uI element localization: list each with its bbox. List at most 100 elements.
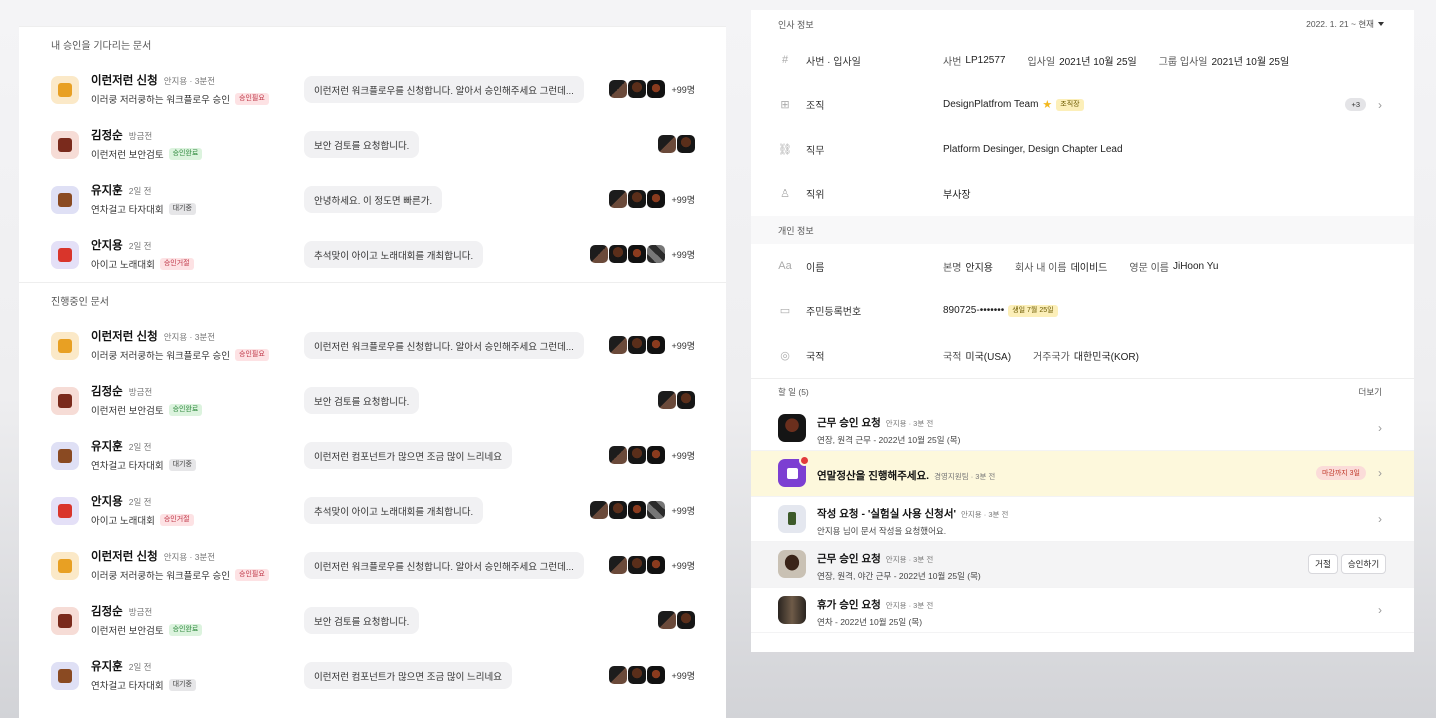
document-subtitle: 이러쿵 저러쿵하는 워크플로우 승인 [91, 571, 231, 582]
document-title: 유지훈 [91, 661, 123, 673]
member-avatar [658, 391, 676, 409]
document-row[interactable]: 안지용 2일 전 아이고 노래대회 승인거절 추석맞이 아이고 노래대회를 개최… [19, 483, 726, 538]
approve-button[interactable]: 승인하기 [1341, 554, 1386, 575]
field-key: 영문 이름 [1129, 262, 1169, 274]
document-subtitle: 이런저런 보안검토 [91, 626, 164, 637]
document-row[interactable]: 유지훈 2일 전 연차걸고 타자대회 대기중 이런저런 컴포넌트가 많으면 조금… [19, 648, 726, 703]
member-avatar [628, 190, 647, 208]
hash-icon: # [781, 54, 789, 67]
more-teams-count[interactable]: +3 [1345, 98, 1366, 112]
message-preview[interactable]: 안녕하세요. 이 정도면 빠른가. [304, 186, 443, 213]
period-select[interactable]: 2022. 1. 21 ~ 현재 [1306, 18, 1384, 30]
document-row[interactable]: 김정순 방금전 이런저런 보안검토 승인완료 보안 검토를 요청합니다. [19, 593, 726, 648]
member-avatar [647, 190, 666, 208]
microphone-icon [51, 240, 79, 269]
chevron-right-icon[interactable]: › [1378, 98, 1382, 112]
avatar-group[interactable]: +99명 [590, 501, 695, 519]
field-value: DesignPlatfrom Team [943, 99, 1039, 111]
document-row[interactable]: 김정순 방금전 이런저런 보안검토 승인완료 보안 검토를 요청합니다. [19, 373, 726, 428]
crown-icon [51, 331, 79, 360]
member-avatar [628, 80, 647, 98]
member-avatar [609, 501, 628, 519]
todo-item[interactable]: 근무 승인 요청 안지용 · 3분 전 연장, 원격, 야간 근무 - 2022… [751, 542, 1414, 588]
document-row[interactable]: 안지용 2일 전 아이고 노래대회 승인거절 추석맞이 아이고 노래대회를 개최… [19, 227, 726, 282]
hr-section-title: 인사 정보 [778, 19, 814, 30]
message-preview[interactable]: 추석맞이 아이고 노래대회를 개최합니다. [304, 241, 484, 268]
document-icon [778, 504, 806, 533]
document-row[interactable]: 이런저런 신청 안지용 · 3분전 이러쿵 저러쿵하는 워크플로우 승인 승인필… [19, 62, 726, 117]
field-key: 거주국가 [1033, 351, 1070, 363]
avatar-group[interactable]: +99명 [609, 80, 695, 98]
chevron-right-icon[interactable]: › [1378, 603, 1382, 617]
info-label: 조직 [806, 101, 825, 113]
document-row[interactable]: 유지훈 2일 전 연차걸고 타자대회 대기중 안녕하세요. 이 정도면 빠른가.… [19, 172, 726, 227]
avatar-group[interactable]: +99명 [609, 446, 695, 464]
member-avatar [628, 556, 647, 574]
avatar-group[interactable]: +99명 [609, 666, 695, 684]
more-link[interactable]: 더보기 [1359, 386, 1382, 398]
document-title: 이런저런 신청 [91, 331, 158, 343]
todo-item[interactable]: 휴가 승인 요청 안지용 · 3분 전 연차 - 2022년 10월 25일 (… [751, 588, 1414, 633]
avatar-group[interactable] [658, 135, 695, 153]
star-icon: ★ [1042, 99, 1053, 112]
member-avatar [628, 245, 647, 263]
message-preview[interactable]: 보안 검토를 요청합니다. [304, 387, 420, 414]
chevron-right-icon[interactable]: › [1378, 512, 1382, 526]
avatar-group[interactable] [658, 391, 695, 409]
calculator-icon [778, 455, 810, 488]
avatar-group[interactable]: +99명 [609, 336, 695, 354]
todo-item-meta: 경영지원팀 · 3분 전 [934, 472, 996, 481]
avatar-group[interactable]: +99명 [590, 245, 695, 263]
document-title: 유지훈 [91, 185, 123, 197]
todo-item[interactable]: 연말정산을 진행해주세요. 경영지원팀 · 3분 전 마감까지 3일 › [751, 451, 1414, 497]
personal-section-title: 개인 정보 [751, 216, 1414, 244]
document-meta: 2일 전 [128, 497, 152, 507]
document-row[interactable]: 김정순 방금전 이런저런 보안검토 승인완료 보안 검토를 요청합니다. [19, 117, 726, 172]
field-value: 대한민국(KOR) [1073, 351, 1139, 363]
document-row[interactable]: 이런저런 신청 안지용 · 3분전 이러쿵 저러쿵하는 워크플로우 승인 승인필… [19, 538, 726, 593]
period-label: 2022. 1. 21 ~ 현재 [1306, 19, 1374, 29]
id-card-icon: ▭ [779, 305, 791, 318]
more-members-count: +99명 [671, 194, 695, 205]
more-members-count: +99명 [671, 450, 695, 461]
reject-button[interactable]: 거절 [1308, 554, 1338, 575]
document-meta: 2일 전 [128, 442, 152, 452]
more-members-count: +99명 [671, 84, 695, 95]
message-preview[interactable]: 이런저런 컴포넌트가 많으면 조금 많이 느리네요 [304, 442, 512, 469]
avatar-group[interactable]: +99명 [609, 190, 695, 208]
member-avatar [609, 245, 628, 263]
avatar-group[interactable]: +99명 [609, 556, 695, 574]
message-preview[interactable]: 이런저런 워크플로우를 신청합니다. 알아서 승인해주세요 그런데... [304, 332, 584, 359]
todo-title: 할 일 (5) [778, 387, 809, 397]
chevron-right-icon[interactable]: › [1378, 466, 1382, 480]
shield-icon [51, 606, 79, 635]
document-row[interactable]: 이런저런 신청 안지용 · 3분전 이러쿵 저러쿵하는 워크플로우 승인 승인필… [19, 318, 726, 373]
member-avatar [658, 135, 676, 153]
section-title: 내 승인을 기다리는 문서 [19, 26, 726, 62]
field-value: 2021년 10월 25일 [1059, 56, 1137, 68]
document-title: 안지용 [91, 496, 123, 508]
message-preview[interactable]: 이런저런 워크플로우를 신청합니다. 알아서 승인해주세요 그런데... [304, 552, 584, 579]
document-subtitle: 이런저런 보안검토 [91, 406, 164, 417]
member-avatar [647, 245, 666, 263]
document-title: 김정순 [91, 386, 123, 398]
chevron-right-icon[interactable]: › [1378, 421, 1382, 435]
message-preview[interactable]: 보안 검토를 요청합니다. [304, 607, 420, 634]
more-members-count: +99명 [671, 505, 695, 516]
coffee-icon [51, 185, 79, 214]
message-preview[interactable]: 보안 검토를 요청합니다. [304, 131, 420, 158]
todo-item-title: 근무 승인 요청 [817, 416, 881, 429]
shield-icon [51, 386, 79, 415]
document-row[interactable]: 유지훈 2일 전 연차걸고 타자대회 대기중 이런저런 컴포넌트가 많으면 조금… [19, 428, 726, 483]
message-preview[interactable]: 추석맞이 아이고 노래대회를 개최합니다. [304, 497, 484, 524]
avatar-group[interactable] [658, 611, 695, 629]
info-label: 이름 [806, 262, 825, 274]
todo-item[interactable]: 근무 승인 요청 안지용 · 3분 전 연장, 원격 근무 - 2022년 10… [751, 406, 1414, 451]
todo-item-meta: 안지용 · 3분 전 [885, 418, 934, 428]
message-preview[interactable]: 이런저런 워크플로우를 신청합니다. 알아서 승인해주세요 그런데... [304, 76, 584, 103]
message-preview[interactable]: 이런저런 컴포넌트가 많으면 조금 많이 느리네요 [304, 662, 512, 689]
status-badge: 승인완료 [168, 404, 203, 416]
todo-item[interactable]: 작성 요청 - '실험실 사용 신청서' 안지용 · 3분 전 안지용 님이 문… [751, 497, 1414, 542]
member-avatar [628, 446, 647, 464]
crown-icon [51, 75, 79, 104]
